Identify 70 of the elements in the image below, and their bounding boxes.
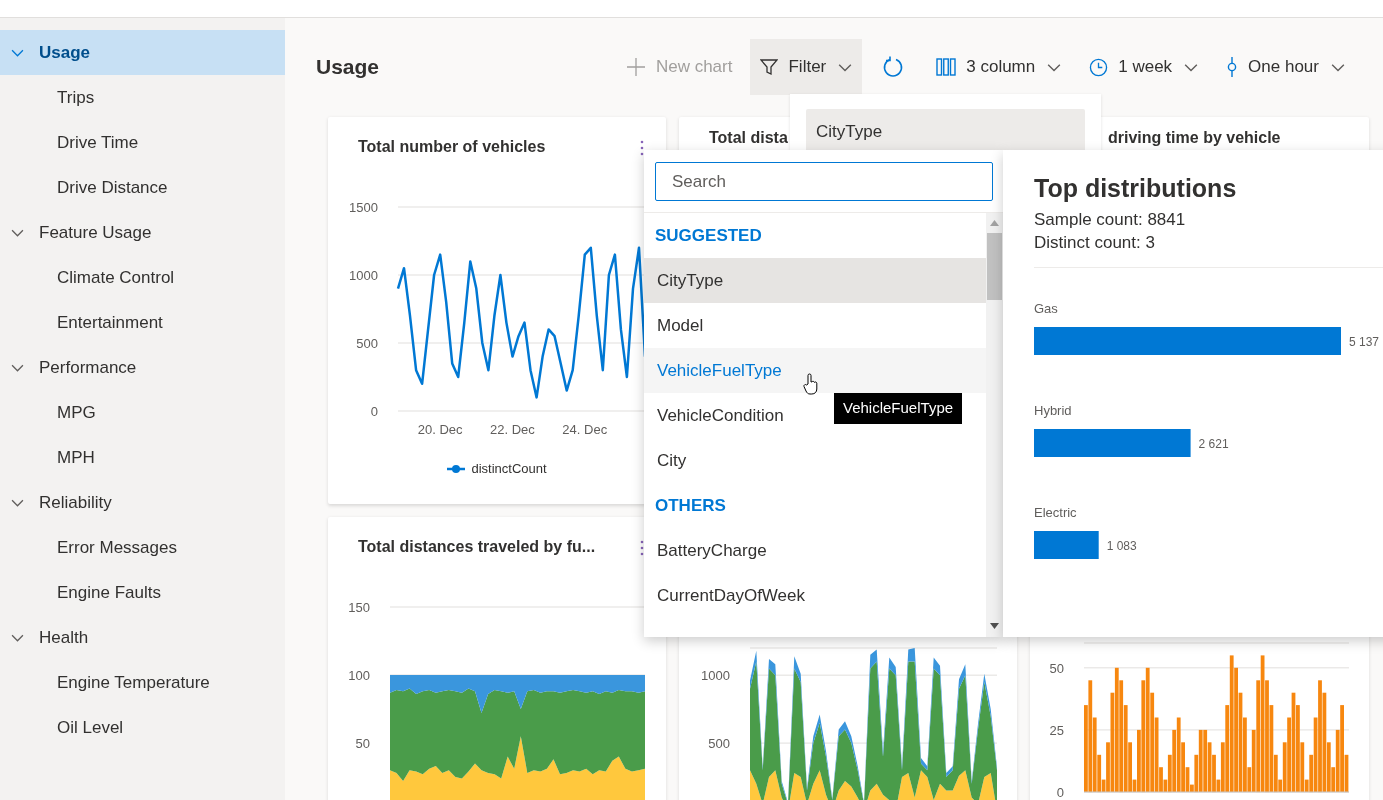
sidebar-group[interactable]: Reliability bbox=[0, 480, 285, 525]
bar-label: Electric bbox=[1034, 505, 1077, 520]
sidebar-item[interactable]: Error Messages bbox=[0, 525, 285, 570]
axis-label: 1000 bbox=[349, 268, 378, 283]
scrollbar[interactable] bbox=[986, 213, 1003, 637]
sidebar-group[interactable]: Health bbox=[0, 615, 285, 660]
axis-label: 24. Dec bbox=[562, 422, 608, 437]
axis-label: 150 bbox=[348, 600, 370, 615]
axis-label: 1500 bbox=[349, 200, 378, 215]
section-header: OTHERS bbox=[654, 494, 727, 517]
sidebar-item[interactable]: Oil Level bbox=[0, 705, 285, 750]
plus-icon bbox=[625, 57, 646, 77]
columns-icon bbox=[936, 58, 957, 76]
tooltip: VehicleFuelType bbox=[834, 393, 963, 424]
axis-label: 20. Dec bbox=[417, 422, 463, 437]
sidebar-item[interactable]: Drive Time bbox=[0, 120, 285, 165]
sidebar-item[interactable]: MPG bbox=[0, 390, 285, 435]
page-title: Usage bbox=[316, 54, 380, 81]
axis-label: 0 bbox=[370, 404, 378, 419]
axis-label: 500 bbox=[708, 736, 730, 752]
hand-cursor-icon bbox=[803, 373, 819, 395]
card-title: Total distances traveled by fu... bbox=[358, 537, 596, 557]
search-field[interactable]: Search bbox=[655, 162, 993, 201]
axis-label: 22. Dec bbox=[490, 422, 535, 437]
more-options-icon[interactable] bbox=[640, 140, 644, 156]
legend-label: distinctCount bbox=[471, 460, 547, 478]
section-header: SUGGESTED bbox=[654, 224, 763, 247]
filter-icon bbox=[760, 58, 779, 76]
sidebar-item[interactable]: Entertainment bbox=[0, 300, 285, 345]
sidebar-item[interactable]: Climate Control bbox=[0, 255, 285, 300]
bar-label: Gas bbox=[1034, 301, 1058, 316]
axis-label: 1000 bbox=[701, 668, 730, 684]
axis-label: 25 bbox=[1049, 722, 1064, 738]
toolbar-button[interactable]: One hour bbox=[1216, 39, 1355, 95]
axis-label: 0 bbox=[1056, 785, 1064, 800]
bar-value: 1 083 bbox=[1106, 539, 1137, 553]
sidebar-item[interactable]: Engine Faults bbox=[0, 570, 285, 615]
sample-count: Sample count: 8841 bbox=[1034, 209, 1187, 231]
sidebar-group[interactable]: Usage bbox=[0, 30, 285, 75]
clock-icon bbox=[1089, 57, 1109, 77]
sidebar-group[interactable]: Performance bbox=[0, 345, 285, 390]
sidebar-item[interactable]: Engine Temperature bbox=[0, 660, 285, 705]
card-title: driving time by vehicle bbox=[1108, 128, 1281, 148]
pin-icon bbox=[1226, 57, 1239, 77]
sidebar-item[interactable]: Trips bbox=[0, 75, 285, 120]
property-option[interactable]: CityType bbox=[644, 258, 986, 303]
scroll-down-icon[interactable] bbox=[990, 623, 999, 629]
distinct-count: Distinct count: 3 bbox=[1034, 232, 1156, 254]
axis-label: 500 bbox=[356, 336, 378, 351]
axis-label: 50 bbox=[355, 736, 370, 751]
sidebar-group[interactable]: Feature Usage bbox=[0, 210, 285, 255]
toolbar-button[interactable]: 1 week bbox=[1079, 39, 1209, 95]
sidebar-item[interactable]: Drive Distance bbox=[0, 165, 285, 210]
panel-title: Top distributions bbox=[1034, 173, 1238, 204]
axis-label: 50 bbox=[1049, 660, 1064, 676]
property-option[interactable]: VehicleFuelType bbox=[644, 348, 986, 393]
bar-label: Hybrid bbox=[1034, 403, 1072, 418]
sidebar-item[interactable]: MPH bbox=[0, 435, 285, 480]
card-title: Total number of vehicles bbox=[358, 137, 546, 157]
bar bbox=[1034, 531, 1099, 559]
card-title: Total dista bbox=[709, 128, 788, 148]
more-options-icon[interactable] bbox=[640, 540, 644, 556]
refresh-icon[interactable] bbox=[882, 56, 905, 78]
toolbar-button[interactable]: Filter bbox=[750, 39, 863, 95]
scrollbar-thumb[interactable] bbox=[987, 233, 1002, 300]
legend-line-icon bbox=[447, 463, 466, 474]
toolbar-button[interactable]: 3 column bbox=[926, 39, 1072, 95]
bar-value: 2 621 bbox=[1198, 437, 1229, 451]
bar-value: 5 137 bbox=[1349, 335, 1380, 349]
axis-label: 100 bbox=[348, 668, 370, 683]
